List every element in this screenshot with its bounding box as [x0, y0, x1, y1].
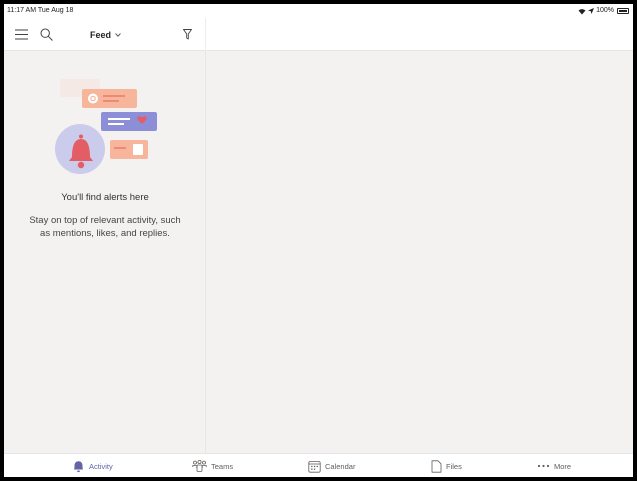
feed-dropdown[interactable]: Feed	[90, 30, 121, 40]
hamburger-menu-icon	[14, 29, 28, 39]
detail-pane	[206, 51, 633, 453]
status-indicators: 100%	[578, 4, 629, 18]
battery-percent: 100%	[596, 7, 614, 14]
activity-feed-pane: You'll find alerts here Stay on top of r…	[4, 51, 206, 453]
battery-icon	[617, 8, 629, 14]
alerts-illustration	[55, 79, 157, 174]
empty-state-title: You'll find alerts here	[61, 192, 149, 203]
pane-divider	[205, 18, 206, 51]
status-bar: 11:17 AM Tue Aug 18 100%	[4, 4, 633, 18]
top-header-bar: Feed	[4, 18, 633, 51]
wifi-icon	[578, 8, 586, 14]
teams-icon	[192, 460, 207, 472]
chevron-down-icon	[115, 33, 121, 37]
tab-more-label: More	[554, 461, 572, 471]
feed-dropdown-label: Feed	[90, 30, 112, 40]
tab-teams-label: Teams	[211, 461, 234, 471]
filter-icon	[182, 28, 192, 39]
hamburger-menu-button[interactable]	[14, 27, 28, 41]
tab-calendar-label: Calendar	[325, 461, 356, 471]
search-icon	[40, 28, 53, 41]
tab-activity[interactable]: Activity	[72, 458, 113, 474]
bottom-tab-bar: Activity Teams Calendar Files More	[4, 453, 633, 477]
calendar-icon	[308, 460, 321, 473]
location-icon	[588, 8, 595, 14]
search-button[interactable]	[38, 26, 54, 42]
filter-button[interactable]	[180, 27, 194, 41]
bell-icon	[74, 460, 83, 472]
tab-files-label: Files	[446, 461, 462, 471]
more-dots-icon	[537, 464, 550, 468]
tab-activity-label: Activity	[89, 461, 113, 471]
tab-files[interactable]: Files	[431, 458, 462, 474]
tab-calendar[interactable]: Calendar	[308, 458, 355, 474]
tab-teams[interactable]: Teams	[192, 458, 233, 474]
status-time-date: 11:17 AM Tue Aug 18	[7, 7, 74, 14]
app-window: 11:17 AM Tue Aug 18 100% Feed You'll fin…	[4, 4, 633, 477]
empty-state-description: Stay on top of relevant activity, such a…	[29, 215, 181, 239]
file-icon	[431, 459, 442, 473]
tab-more[interactable]: More	[537, 458, 571, 474]
